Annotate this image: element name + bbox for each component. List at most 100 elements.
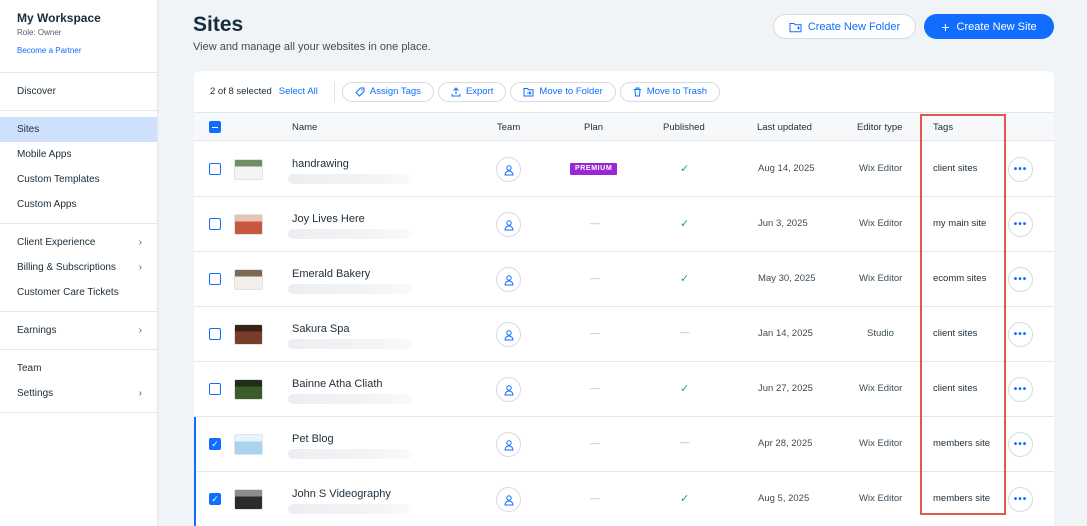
folder-plus-icon bbox=[789, 22, 802, 32]
create-new-site-button[interactable]: + Create New Site bbox=[924, 14, 1054, 39]
col-tags[interactable]: Tags bbox=[933, 122, 953, 133]
site-name[interactable]: Pet Blog bbox=[292, 433, 334, 445]
team-button[interactable] bbox=[496, 267, 521, 292]
more-actions-button[interactable]: ••• bbox=[1008, 377, 1033, 402]
row-checkbox[interactable] bbox=[209, 383, 221, 395]
site-name[interactable]: Bainne Atha Cliath bbox=[292, 378, 383, 390]
last-updated: May 30, 2025 bbox=[758, 273, 816, 284]
team-button[interactable] bbox=[496, 377, 521, 402]
site-thumbnail[interactable] bbox=[234, 434, 263, 455]
site-name[interactable]: John S Videography bbox=[292, 488, 391, 500]
table-row[interactable]: ✓ Pet Blog — — Apr 28, 2025 Wix Editor m… bbox=[194, 417, 1054, 472]
row-checkbox[interactable] bbox=[209, 218, 221, 230]
published-status: — bbox=[680, 327, 690, 338]
site-thumbnail[interactable] bbox=[234, 489, 263, 510]
site-thumbnail[interactable] bbox=[234, 269, 263, 290]
nav-group: Sites Mobile Apps Custom Templates Custom A… bbox=[0, 111, 157, 224]
table-row[interactable]: Bainne Atha Cliath — ✓ Jun 27, 2025 Wix … bbox=[194, 362, 1054, 417]
site-name[interactable]: Joy Lives Here bbox=[292, 213, 365, 225]
site-thumbnail[interactable] bbox=[234, 379, 263, 400]
plan-value: — bbox=[590, 383, 600, 394]
table-row[interactable]: Joy Lives Here — ✓ Jun 3, 2025 Wix Edito… bbox=[194, 197, 1054, 252]
col-last-updated[interactable]: Last updated bbox=[757, 122, 812, 133]
table-row[interactable]: Emerald Bakery — ✓ May 30, 2025 Wix Edit… bbox=[194, 252, 1054, 307]
more-actions-button[interactable]: ••• bbox=[1008, 432, 1033, 457]
move-to-folder-button[interactable]: Move to Folder bbox=[510, 81, 616, 102]
site-tag[interactable]: members site bbox=[933, 493, 990, 504]
more-actions-button[interactable]: ••• bbox=[1008, 487, 1033, 512]
site-tag[interactable]: client sites bbox=[933, 163, 977, 174]
sidebar-item-label: Custom Templates bbox=[17, 174, 100, 185]
site-name[interactable]: Emerald Bakery bbox=[292, 268, 370, 280]
export-button[interactable]: Export bbox=[437, 81, 507, 102]
sidebar-item-discover[interactable]: Discover bbox=[0, 79, 157, 104]
create-new-site-label: Create New Site bbox=[956, 20, 1037, 33]
sidebar-item-custom-apps[interactable]: Custom Apps bbox=[0, 192, 157, 217]
sidebar-item-label: Client Experience bbox=[17, 237, 96, 248]
table-row[interactable]: Sakura Spa — — Jan 14, 2025 Studio clien… bbox=[194, 307, 1054, 362]
more-actions-button[interactable]: ••• bbox=[1008, 322, 1033, 347]
col-name[interactable]: Name bbox=[292, 122, 317, 133]
assign-tags-label: Assign Tags bbox=[369, 86, 421, 97]
sidebar-item-sites[interactable]: Sites bbox=[0, 117, 157, 142]
site-tag[interactable]: ecomm sites bbox=[933, 273, 986, 284]
sidebar: My Workspace Role: Owner Become a Partne… bbox=[0, 0, 158, 526]
row-checkbox[interactable] bbox=[209, 328, 221, 340]
team-button[interactable] bbox=[496, 487, 521, 512]
site-url-blurred bbox=[288, 174, 412, 184]
published-status: ✓ bbox=[680, 493, 690, 505]
plan-value: — bbox=[590, 328, 600, 339]
more-actions-button[interactable]: ••• bbox=[1008, 267, 1033, 292]
row-checkbox[interactable] bbox=[209, 273, 221, 285]
site-name[interactable]: handrawing bbox=[292, 158, 349, 170]
table-row[interactable]: handrawing PREMIUM ✓ Aug 14, 2025 Wix Ed… bbox=[194, 142, 1054, 197]
create-new-folder-label: Create New Folder bbox=[807, 20, 901, 33]
plan-value: — bbox=[590, 218, 600, 229]
team-button[interactable] bbox=[496, 157, 521, 182]
team-button[interactable] bbox=[496, 322, 521, 347]
site-name[interactable]: Sakura Spa bbox=[292, 323, 349, 335]
workspace-title[interactable]: My Workspace bbox=[17, 11, 140, 25]
more-actions-button[interactable]: ••• bbox=[1008, 212, 1033, 237]
col-published[interactable]: Published bbox=[663, 122, 705, 133]
sidebar-item-label: Billing & Subscriptions bbox=[17, 262, 116, 273]
row-checkbox[interactable]: ✓ bbox=[209, 493, 221, 505]
row-checkbox[interactable] bbox=[209, 163, 221, 175]
folder-move-icon bbox=[523, 87, 534, 96]
more-actions-button[interactable]: ••• bbox=[1008, 157, 1033, 182]
col-editor-type[interactable]: Editor type bbox=[857, 122, 902, 133]
site-tag[interactable]: my main site bbox=[933, 218, 986, 229]
sidebar-item-settings[interactable]: Settings › bbox=[0, 381, 157, 406]
editor-type: Wix Editor bbox=[859, 493, 903, 504]
people-icon bbox=[503, 164, 514, 175]
plan-value: — bbox=[590, 438, 600, 449]
sidebar-item-billing-subscriptions[interactable]: Billing & Subscriptions › bbox=[0, 255, 157, 280]
move-to-trash-button[interactable]: Move to Trash bbox=[619, 81, 720, 102]
team-button[interactable] bbox=[496, 432, 521, 457]
sidebar-item-client-experience[interactable]: Client Experience › bbox=[0, 230, 157, 255]
col-plan[interactable]: Plan bbox=[584, 122, 603, 133]
sidebar-item-customer-care-tickets[interactable]: Customer Care Tickets bbox=[0, 280, 157, 305]
editor-type: Wix Editor bbox=[859, 218, 903, 229]
create-new-folder-button[interactable]: Create New Folder bbox=[773, 14, 916, 39]
site-tag[interactable]: client sites bbox=[933, 328, 977, 339]
table-row[interactable]: ✓ John S Videography — ✓ Aug 5, 2025 Wix… bbox=[194, 472, 1054, 526]
sidebar-item-custom-templates[interactable]: Custom Templates bbox=[0, 167, 157, 192]
team-button[interactable] bbox=[496, 212, 521, 237]
col-team[interactable]: Team bbox=[497, 122, 520, 133]
site-thumbnail[interactable] bbox=[234, 159, 263, 180]
sidebar-item-earnings[interactable]: Earnings › bbox=[0, 318, 157, 343]
chevron-right-icon: › bbox=[138, 325, 142, 336]
sidebar-item-mobile-apps[interactable]: Mobile Apps bbox=[0, 142, 157, 167]
row-checkbox[interactable]: ✓ bbox=[209, 438, 221, 450]
select-all-checkbox[interactable] bbox=[209, 121, 221, 133]
site-tag[interactable]: client sites bbox=[933, 383, 977, 394]
become-partner-link[interactable]: Become a Partner bbox=[17, 46, 140, 55]
sidebar-item-label: Earnings bbox=[17, 325, 57, 336]
select-all-link[interactable]: Select All bbox=[279, 86, 318, 97]
sidebar-item-team[interactable]: Team bbox=[0, 356, 157, 381]
assign-tags-button[interactable]: Assign Tags bbox=[341, 81, 434, 102]
site-thumbnail[interactable] bbox=[234, 214, 263, 235]
site-tag[interactable]: members site bbox=[933, 438, 990, 449]
site-thumbnail[interactable] bbox=[234, 324, 263, 345]
